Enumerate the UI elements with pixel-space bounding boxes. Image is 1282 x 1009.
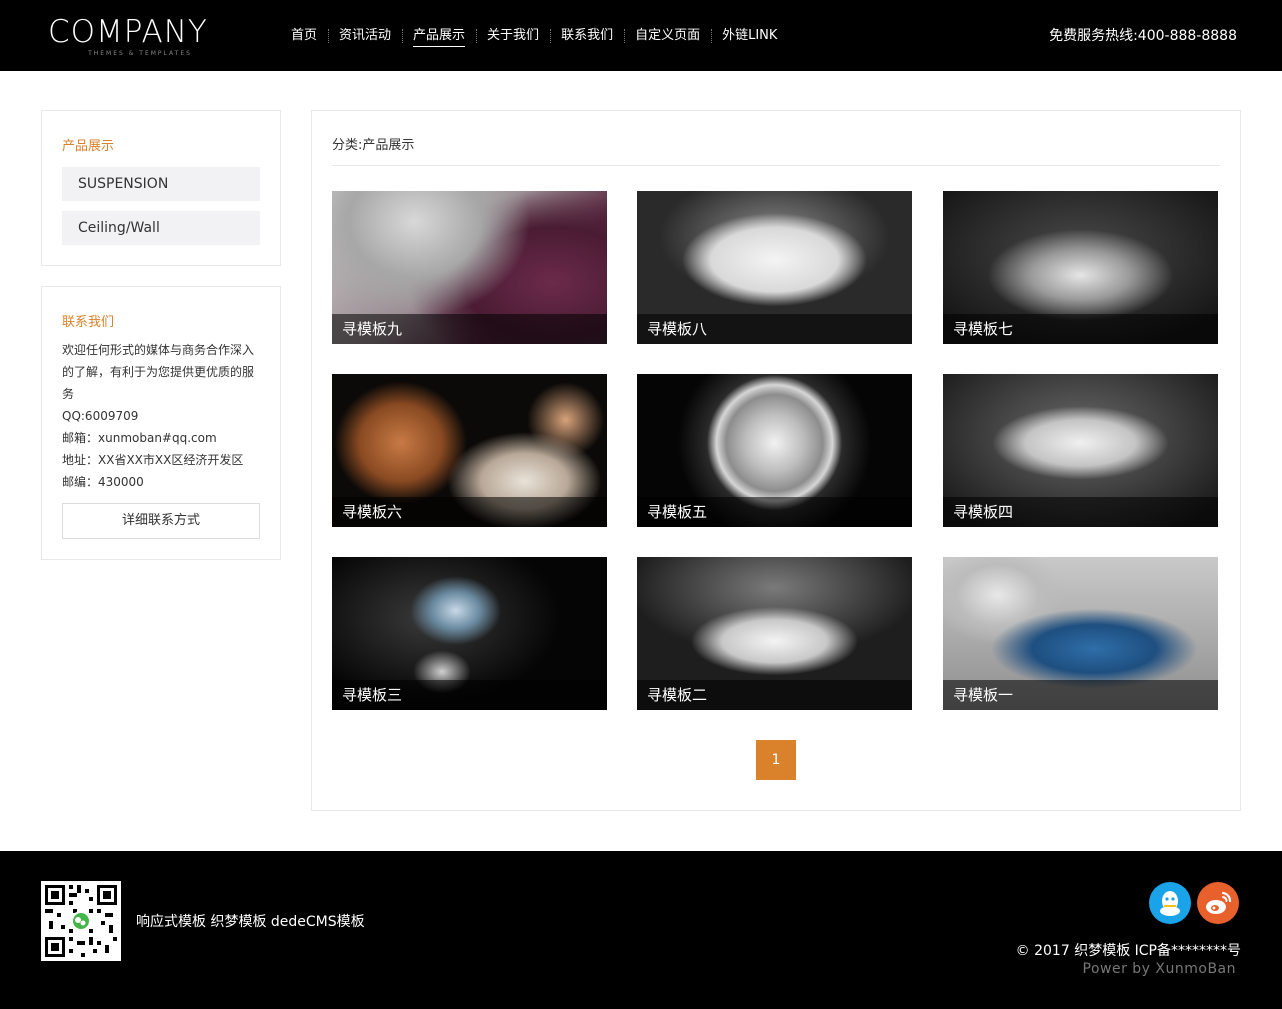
breadcrumb-divider [332, 165, 1220, 166]
powered-by-text: Power by XunmoBan [1082, 961, 1236, 977]
product-card[interactable]: 寻模板二 [637, 557, 912, 710]
nav-home[interactable]: 首页 [280, 26, 328, 46]
contact-qq: QQ:6009709 [62, 409, 139, 423]
nav-about[interactable]: 关于我们 [476, 26, 550, 46]
main-nav: 首页 资讯活动 产品展示 关于我们 联系我们 自定义页面 外链LINK [280, 0, 788, 71]
product-title: 寻模板八 [637, 314, 912, 344]
company-logo[interactable]: COMPANY THEMES & TEMPLATES [48, 14, 238, 62]
product-title: 寻模板五 [637, 497, 912, 527]
contact-panel: 联系我们 欢迎任何形式的媒体与商务合作深入的了解，有利于为您提供更优质的服务 Q… [41, 286, 281, 560]
product-title: 寻模板六 [332, 497, 607, 527]
category-item-ceiling-wall[interactable]: Ceiling/Wall [62, 211, 260, 245]
pagination-page-1[interactable]: 1 [756, 740, 796, 780]
nav-contact[interactable]: 联系我们 [550, 26, 624, 46]
product-title: 寻模板一 [943, 680, 1218, 710]
copyright-text: © 2017 织梦模板 ICP备********号 [1015, 943, 1241, 959]
qq-icon[interactable] [1149, 882, 1191, 924]
category-panel-title: 产品展示 [62, 139, 115, 154]
product-card[interactable]: 寻模板七 [943, 191, 1218, 344]
product-title: 寻模板三 [332, 680, 607, 710]
nav-external-link[interactable]: 外链LINK [711, 26, 788, 46]
contact-intro: 欢迎任何形式的媒体与商务合作深入的了解，有利于为您提供更优质的服务 [62, 343, 255, 401]
product-title: 寻模板七 [943, 314, 1218, 344]
footer-links[interactable]: 响应式模板 织梦模板 dedeCMS模板 [136, 911, 365, 931]
service-hotline: 免费服务热线:400-888-8888 [1049, 28, 1237, 44]
logo-title: COMPANY [48, 14, 208, 50]
product-card[interactable]: 寻模板一 [943, 557, 1218, 710]
product-title: 寻模板九 [332, 314, 607, 344]
product-card[interactable]: 寻模板六 [332, 374, 607, 527]
category-panel: 产品展示 SUSPENSION Ceiling/Wall [41, 110, 281, 266]
contact-panel-title: 联系我们 [62, 315, 115, 330]
weibo-icon[interactable] [1197, 882, 1239, 924]
product-title: 寻模板二 [637, 680, 912, 710]
contact-details-button[interactable]: 详细联系方式 [62, 503, 260, 539]
product-card[interactable]: 寻模板三 [332, 557, 607, 710]
contact-postcode: 邮编：430000 [62, 475, 144, 489]
site-footer: 响应式模板 织梦模板 dedeCMS模板 © 2017 织梦模板 ICP备***… [0, 851, 1282, 1009]
nav-products[interactable]: 产品展示 [402, 26, 476, 47]
contact-email: 邮箱：xunmoban#qq.com [62, 431, 217, 445]
product-card[interactable]: 寻模板八 [637, 191, 912, 344]
product-title: 寻模板四 [943, 497, 1218, 527]
product-card[interactable]: 寻模板九 [332, 191, 607, 344]
contact-info: 欢迎任何形式的媒体与商务合作深入的了解，有利于为您提供更优质的服务 QQ:600… [62, 339, 262, 493]
contact-address: 地址：XX省XX市XX区经济开发区 [62, 453, 244, 467]
site-header: COMPANY THEMES & TEMPLATES 首页 资讯活动 产品展示 … [0, 0, 1282, 71]
category-item-suspension[interactable]: SUSPENSION [62, 167, 260, 201]
product-card[interactable]: 寻模板五 [637, 374, 912, 527]
product-list-panel: 分类:产品展示 寻模板九 寻模板八 寻模板七 寻模板六 寻模板五 寻模板四 寻模… [311, 110, 1241, 811]
nav-news[interactable]: 资讯活动 [328, 26, 402, 46]
breadcrumb: 分类:产品展示 [332, 138, 415, 153]
nav-custom-page[interactable]: 自定义页面 [624, 26, 711, 46]
logo-subtitle: THEMES & TEMPLATES [88, 50, 192, 57]
qr-code-icon [41, 881, 121, 961]
product-card[interactable]: 寻模板四 [943, 374, 1218, 527]
